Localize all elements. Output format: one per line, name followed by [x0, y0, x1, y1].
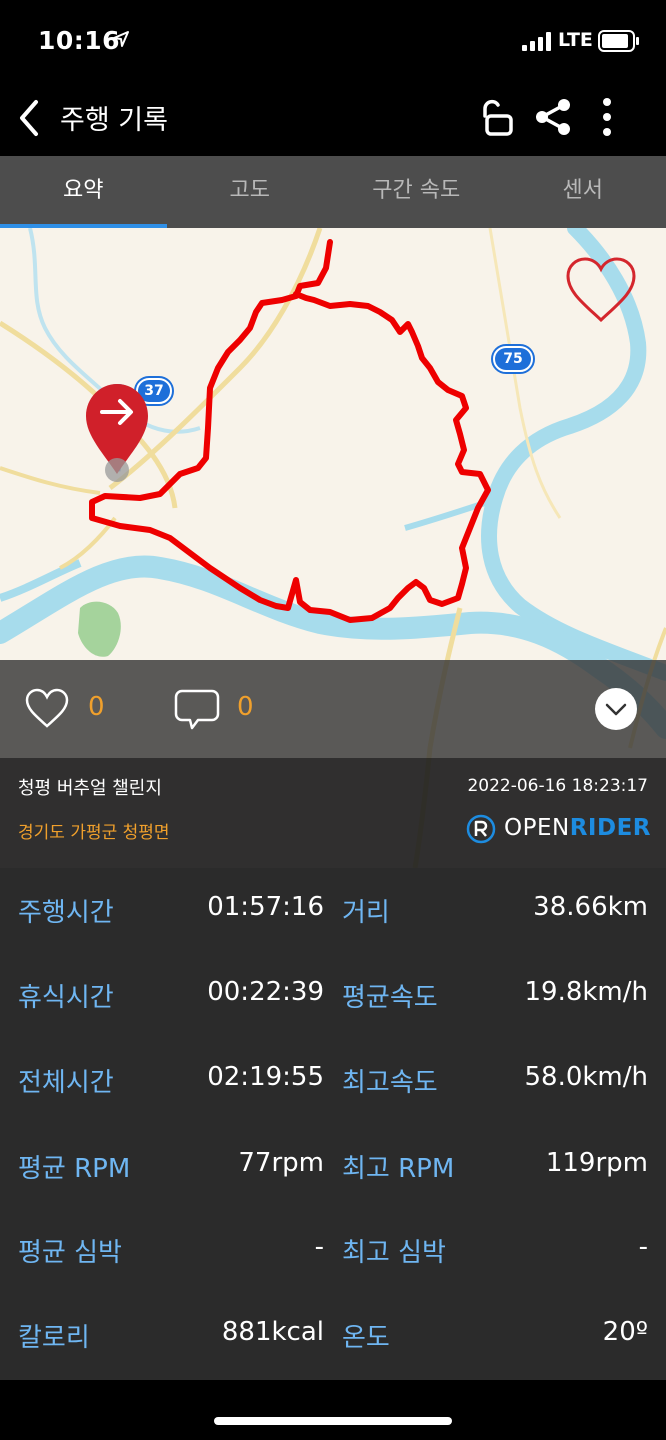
page-title: 주행 기록 — [60, 105, 168, 136]
stat-label: 평균속도 — [342, 983, 438, 1013]
social-bar: 0 0 — [0, 660, 666, 758]
bottom-bar — [0, 1380, 666, 1440]
start-pin-icon — [86, 384, 148, 482]
stat-value: 19.8km/h — [524, 977, 648, 1007]
home-indicator[interactable] — [214, 1417, 452, 1425]
stat-label: 평균 RPM — [18, 1154, 131, 1184]
stat-value: 02:19:55 — [207, 1062, 324, 1092]
status-bar: 10:16 LTE — [0, 0, 666, 80]
stat-value: 01:57:16 — [207, 892, 324, 922]
expand-button[interactable] — [595, 688, 637, 730]
stat-value: 38.66km — [533, 892, 648, 922]
stat-row: 주행시간 01:57:16 거리 38.66km — [0, 880, 666, 940]
unlock-icon[interactable] — [476, 96, 518, 138]
network-type: LTE — [558, 29, 593, 51]
stat-value: 77rpm — [238, 1148, 324, 1178]
back-arrow-icon[interactable] — [10, 94, 50, 142]
ride-info-bar: 청평 버추얼 챌린지 2022-06-16 18:23:17 경기도 가평군 청… — [0, 758, 666, 868]
stat-label: 주행시간 — [18, 898, 114, 928]
stat-label: 온도 — [342, 1323, 390, 1353]
battery-icon — [598, 30, 639, 52]
tab-sensor[interactable]: 센서 — [500, 156, 666, 228]
brand-open-text: OPEN — [504, 815, 570, 841]
brand-rider-text: RIDER — [569, 815, 652, 841]
comment-icon[interactable] — [174, 688, 220, 732]
stat-value: 20º — [602, 1317, 648, 1347]
stat-label: 최고 심박 — [342, 1238, 446, 1268]
stat-label: 칼로리 — [18, 1323, 90, 1353]
comment-count: 0 — [237, 692, 254, 722]
share-icon[interactable] — [532, 96, 574, 138]
stat-value: - — [314, 1232, 324, 1262]
ride-datetime: 2022-06-16 18:23:17 — [467, 776, 648, 796]
ride-stats: 주행시간 01:57:16 거리 38.66km 휴식시간 00:22:39 평… — [0, 868, 666, 1380]
openrider-logo-icon — [466, 814, 496, 844]
location-arrow-icon — [113, 31, 129, 47]
stat-label: 최고 RPM — [342, 1154, 455, 1184]
stat-row: 평균 심박 - 최고 심박 - — [0, 1220, 666, 1280]
stat-label: 최고속도 — [342, 1068, 438, 1098]
stat-value: 881kcal — [221, 1317, 324, 1347]
tab-segment-speed[interactable]: 구간 속도 — [333, 156, 500, 228]
chevron-down-icon — [605, 703, 627, 716]
tab-bar: 요약 고도 구간 속도 센서 — [0, 156, 666, 228]
stat-value: - — [638, 1232, 648, 1262]
stat-row: 칼로리 881kcal 온도 20º — [0, 1305, 666, 1365]
like-count: 0 — [88, 692, 105, 722]
stat-label: 휴식시간 — [18, 983, 114, 1013]
favorite-heart-icon[interactable] — [564, 256, 638, 326]
stat-value: 119rpm — [545, 1148, 648, 1178]
stat-label: 평균 심박 — [18, 1238, 122, 1268]
stat-row: 평균 RPM 77rpm 최고 RPM 119rpm — [0, 1136, 666, 1196]
like-heart-icon[interactable] — [24, 688, 70, 730]
nav-bar: 주행 기록 — [0, 80, 666, 156]
stat-value: 00:22:39 — [207, 977, 324, 1007]
stat-row: 휴식시간 00:22:39 평균속도 19.8km/h — [0, 965, 666, 1025]
stat-value: 58.0km/h — [524, 1062, 648, 1092]
stat-label: 전체시간 — [18, 1068, 114, 1098]
route-badge-75: 75 — [491, 344, 535, 374]
more-options-icon[interactable] — [592, 96, 622, 138]
stat-row: 전체시간 02:19:55 최고속도 58.0km/h — [0, 1050, 666, 1110]
ride-name: 청평 버추얼 챌린지 — [18, 778, 162, 799]
stat-label: 거리 — [342, 898, 390, 928]
ride-location: 경기도 가평군 청평면 — [18, 823, 170, 843]
status-time: 10:16 — [38, 26, 121, 55]
tab-elevation[interactable]: 고도 — [167, 156, 334, 228]
openrider-logo: OPENRIDER — [466, 812, 652, 848]
tab-summary[interactable]: 요약 — [0, 156, 167, 228]
signal-strength-icon — [522, 31, 552, 51]
